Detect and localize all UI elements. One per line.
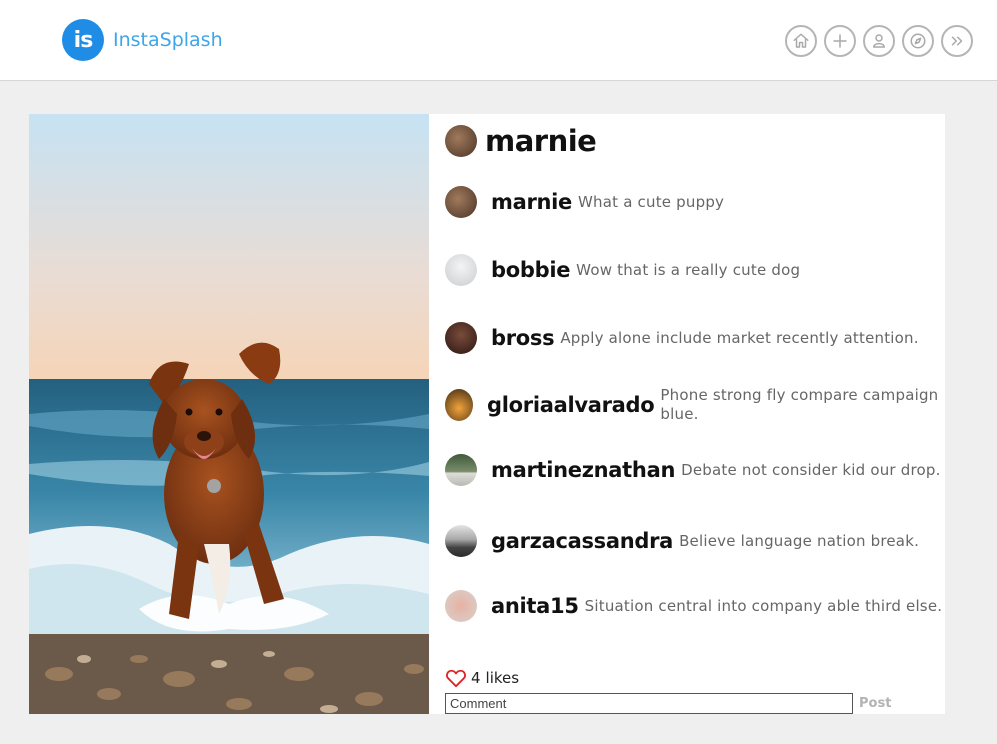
- comment-user[interactable]: marnie: [491, 190, 572, 214]
- comment-avatar[interactable]: [445, 322, 477, 354]
- comment-text: Apply alone include market recently atte…: [560, 328, 919, 347]
- comment-avatar[interactable]: [445, 389, 473, 421]
- profile-button[interactable]: [863, 25, 895, 57]
- comment-avatar[interactable]: [445, 525, 477, 557]
- like-button[interactable]: [445, 668, 467, 688]
- post-author[interactable]: marnie: [485, 124, 597, 158]
- nav-bar: [785, 25, 980, 57]
- post-photo: [29, 114, 429, 714]
- top-bar: is InstaSplash: [0, 0, 997, 81]
- home-button[interactable]: [785, 25, 817, 57]
- comment-item: marnie What a cute puppy: [445, 186, 945, 218]
- post-comment-button[interactable]: Post: [859, 696, 891, 711]
- double-chevron-right-icon: [951, 36, 963, 46]
- likes-count: 4: [471, 669, 481, 687]
- likes-row: 4 likes: [445, 668, 519, 688]
- comment-item: bobbie Wow that is a really cute dog: [445, 254, 945, 286]
- comment-text: Wow that is a really cute dog: [576, 260, 801, 279]
- comment-avatar[interactable]: [445, 186, 477, 218]
- explore-button[interactable]: [902, 25, 934, 57]
- home-icon: [793, 33, 809, 48]
- comment-avatar[interactable]: [445, 254, 477, 286]
- comment-avatar[interactable]: [445, 590, 477, 622]
- comment-text: Phone strong fly compare campaign blue.: [660, 386, 939, 423]
- comment-item: martineznathan Debate not consider kid o…: [445, 454, 945, 486]
- post-panel: marnie marnie What a cute puppy bobbie W…: [429, 114, 945, 714]
- app-name: InstaSplash: [113, 29, 223, 51]
- add-comment-row: Post: [445, 693, 891, 714]
- comment-user[interactable]: martineznathan: [491, 458, 675, 482]
- comment-user[interactable]: bross: [491, 326, 555, 350]
- author-avatar[interactable]: [445, 125, 477, 157]
- comment-item: anita15 Situation central into company a…: [445, 590, 945, 622]
- comment-user[interactable]: bobbie: [491, 258, 570, 282]
- comment-user[interactable]: anita15: [491, 594, 579, 618]
- post-card: marnie marnie What a cute puppy bobbie W…: [29, 114, 945, 714]
- user-icon: [873, 34, 885, 48]
- comment-avatar[interactable]: [445, 454, 477, 486]
- comment-user[interactable]: gloriaalvarado: [487, 393, 655, 417]
- dog-photo-image: [29, 114, 429, 714]
- new-post-button[interactable]: [824, 25, 856, 57]
- comment-input[interactable]: [445, 693, 853, 714]
- comment-text: Situation central into company able thir…: [584, 596, 943, 615]
- comment-text: What a cute puppy: [578, 192, 725, 211]
- brand-logo[interactable]: is InstaSplash: [62, 19, 223, 61]
- comment-item: bross Apply alone include market recentl…: [445, 322, 945, 354]
- heart-icon: [446, 669, 466, 688]
- comment-item: gloriaalvarado Phone strong fly compare …: [445, 386, 945, 424]
- compass-icon: [910, 33, 926, 49]
- comment-item: garzacassandra Believe language nation b…: [445, 525, 945, 557]
- comment-text: Debate not consider kid our drop.: [681, 460, 941, 479]
- post-header: marnie: [445, 124, 597, 158]
- plus-icon: [833, 34, 847, 48]
- likes-label: likes: [485, 669, 520, 687]
- logout-button[interactable]: [941, 25, 973, 57]
- comment-text: Believe language nation break.: [679, 531, 920, 550]
- comment-user[interactable]: garzacassandra: [491, 529, 673, 553]
- logo-icon: is: [62, 19, 104, 61]
